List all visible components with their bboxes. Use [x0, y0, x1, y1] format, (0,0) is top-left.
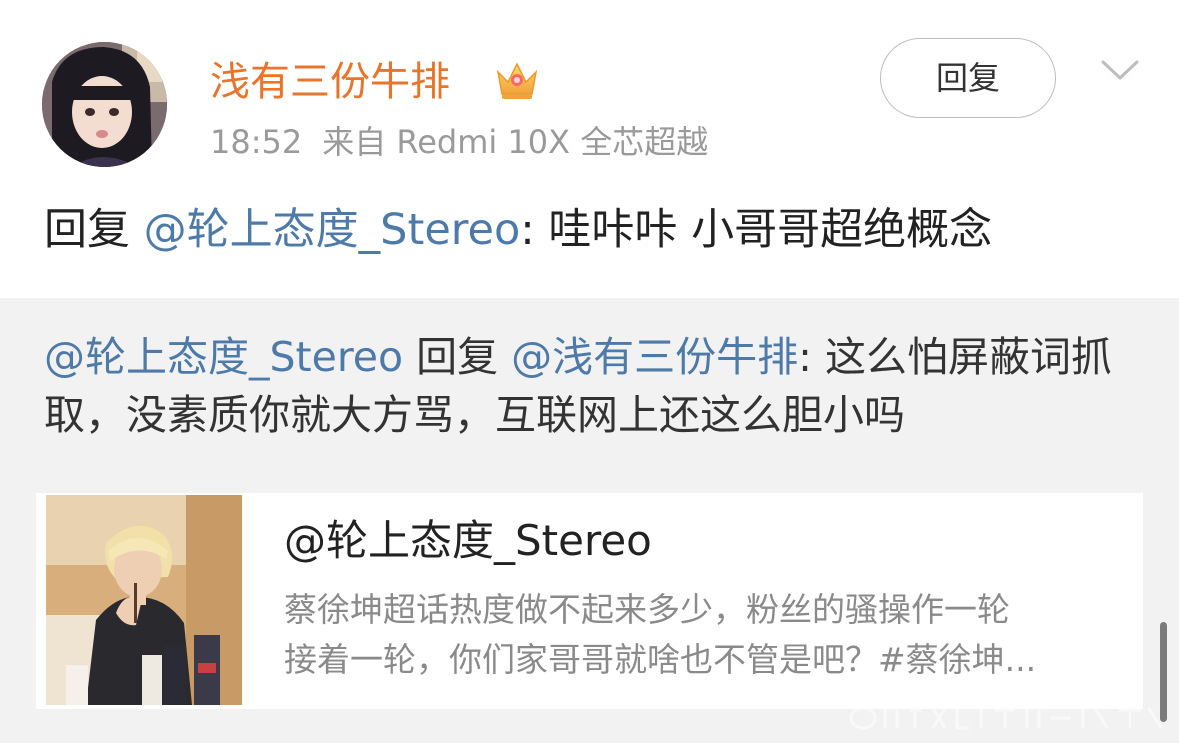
quoted-mention-target[interactable]: @浅有三份牛排: [511, 333, 798, 381]
quoted-comment-text: @轮上态度_Stereo 回复 @浅有三份牛排: 这么怕屏蔽词抓取，没素质你就大…: [44, 328, 1134, 444]
crown-badge-icon: [496, 62, 538, 99]
avatar[interactable]: [42, 42, 167, 167]
quoted-reply-word: 回复: [403, 333, 512, 381]
reply-button[interactable]: 回复: [880, 38, 1056, 118]
post-header: 浅有三份牛排 18:52 来自 Redmi 10X 全芯超越 回复 回复 @轮上态…: [0, 0, 1179, 298]
mention-link[interactable]: @轮上态度_Stereo: [144, 205, 521, 255]
post-time: 18:52: [210, 123, 303, 161]
post-thumbnail: [46, 495, 242, 705]
card-desc-line: 接着一轮，你们家哥哥就啥也不管是吧？#蔡徐坤...: [284, 640, 1037, 679]
quoted-comment-area[interactable]: @轮上态度_Stereo 回复 @浅有三份牛排: 这么怕屏蔽词抓取，没素质你就大…: [0, 298, 1179, 743]
original-post-card[interactable]: @轮上态度_Stereo 蔡徐坤超话热度做不起来多少，粉丝的骚操作一轮 接着一轮…: [36, 493, 1143, 709]
username[interactable]: 浅有三份牛排: [210, 56, 450, 108]
card-desc-line: 蔡徐坤超话热度做不起来多少，粉丝的骚操作一轮: [284, 590, 1010, 629]
quoted-mention-author[interactable]: @轮上态度_Stereo: [44, 333, 403, 381]
card-description: 蔡徐坤超话热度做不起来多少，粉丝的骚操作一轮 接着一轮，你们家哥哥就啥也不管是吧…: [284, 585, 1104, 685]
chevron-down-icon[interactable]: [1100, 58, 1140, 82]
post-source: 来自 Redmi 10X 全芯超越: [322, 123, 709, 161]
post-meta: 18:52 来自 Redmi 10X 全芯超越: [210, 120, 708, 164]
watermark-icon: [849, 706, 1163, 730]
comment-body: : 哇咔咔 小哥哥超绝概念: [520, 205, 993, 255]
comment-reply-prefix: 回复: [44, 205, 130, 255]
card-title: @轮上态度_Stereo: [284, 516, 652, 565]
comment-text: 回复 @轮上态度_Stereo: 哇咔咔 小哥哥超绝概念: [44, 200, 992, 260]
